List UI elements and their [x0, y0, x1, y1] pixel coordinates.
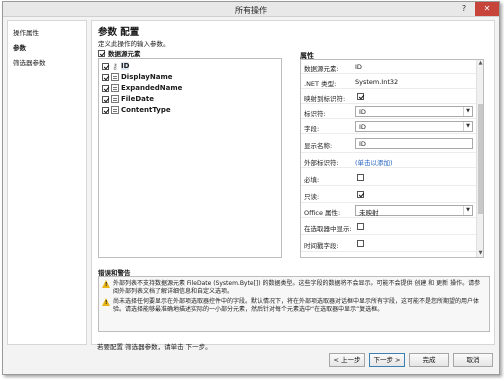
- properties-grid: 数据源元素: ID .NET 类型: System.Int32 映射到标识符: …: [300, 59, 484, 258]
- prop-row-map-to-identifier: 映射到标识符:: [301, 90, 477, 104]
- prop-label: 时间戳字段:: [304, 242, 339, 250]
- timestamp-field-checkbox[interactable]: [357, 240, 364, 247]
- prop-row-required: 必填:: [301, 170, 477, 186]
- tree-item-displayname[interactable]: DisplayName: [102, 72, 172, 82]
- chevron-down-icon[interactable]: ▼: [463, 122, 472, 131]
- prop-row-read-only: 只读:: [301, 187, 477, 203]
- prop-row-dotnet-type: .NET 类型: System.Int32: [301, 75, 477, 89]
- warning-text: 外部列表不支持数据源元素 FileDate (System.Byte[]) 的数…: [113, 280, 481, 295]
- chevron-down-icon[interactable]: ▼: [463, 107, 472, 116]
- dropdown-value: ID: [359, 108, 366, 116]
- prop-row-external-identifier: 外部标识符: (单击以添加): [301, 154, 477, 168]
- prop-label: 必填:: [304, 176, 320, 184]
- data-source-tree: ⚷ ID DisplayName ExpandedName FileDate C…: [98, 58, 282, 258]
- nav-item-parameters[interactable]: 参数: [13, 42, 26, 52]
- display-name-input[interactable]: ID: [355, 138, 473, 149]
- nav-item-operation-properties[interactable]: 操作属性: [13, 27, 39, 37]
- tree-item-label: ID: [121, 62, 130, 70]
- item-checkbox[interactable]: [102, 84, 109, 92]
- prop-row-show-in-picker: 在选取器中显示:: [301, 219, 477, 235]
- finish-button[interactable]: 完成: [409, 353, 449, 367]
- read-only-checkbox[interactable]: [357, 191, 364, 198]
- scroll-thumb[interactable]: [478, 104, 483, 214]
- tree-item-label: FileDate: [121, 95, 154, 103]
- key-icon: ⚷: [112, 61, 118, 71]
- tree-item-id[interactable]: ⚷ ID: [102, 61, 130, 71]
- prop-row-data-source-element: 数据源元素: ID: [301, 60, 477, 74]
- parameters-panel: 参数 配置 定义此操作的输入参数。 数据源元素 ⚷ ID DisplayName…: [91, 20, 495, 345]
- item-checkbox[interactable]: [102, 73, 109, 81]
- tree-item-filedate[interactable]: FileDate: [102, 94, 154, 104]
- required-checkbox[interactable]: [357, 174, 364, 181]
- tree-item-contenttype[interactable]: ContentType: [102, 105, 171, 115]
- scroll-down-icon[interactable]: ▼: [477, 250, 483, 257]
- cancel-button[interactable]: 取消: [453, 353, 493, 367]
- map-to-identifier-checkbox[interactable]: [357, 93, 364, 100]
- prop-row-field: 字段: ID ▼: [301, 120, 477, 134]
- tree-header-label: 数据源元素: [108, 50, 141, 58]
- prop-value: System.Int32: [355, 78, 399, 86]
- dropdown-value: ID: [359, 123, 366, 131]
- prop-row-identifier: 标识符: ID ▼: [301, 105, 477, 119]
- identifier-dropdown[interactable]: ID ▼: [355, 106, 473, 117]
- data-source-elements-header: 数据源元素: [98, 48, 141, 58]
- prop-label: 字段:: [304, 125, 320, 133]
- prop-label: 数据源元素:: [304, 65, 339, 73]
- prop-row-office-property: Office 属性: 未映射 ▼: [301, 204, 477, 218]
- tree-item-label: ContentType: [121, 106, 171, 114]
- scroll-up-icon[interactable]: ▲: [477, 60, 483, 67]
- back-button[interactable]: < 上一步: [329, 353, 365, 367]
- warning-item: 外部列表不支持数据源元素 FileDate (System.Byte[]) 的数…: [102, 280, 486, 296]
- next-button[interactable]: 下一步 >: [369, 353, 405, 367]
- warning-icon: [102, 280, 110, 289]
- item-checkbox[interactable]: [102, 106, 109, 114]
- chevron-down-icon[interactable]: ▼: [463, 206, 472, 215]
- warning-icon: [102, 298, 110, 307]
- item-checkbox[interactable]: [102, 62, 109, 70]
- errors-warnings-panel: 外部列表不支持数据源元素 FileDate (System.Byte[]) 的数…: [98, 276, 490, 332]
- prop-label: 映射到标识符:: [304, 95, 346, 103]
- page-title: 参数 配置: [98, 27, 140, 38]
- add-external-identifier-link[interactable]: (单击以添加): [355, 157, 393, 167]
- field-icon: [111, 106, 119, 114]
- office-property-dropdown[interactable]: 未映射 ▼: [355, 205, 473, 217]
- next-step-hint: 若要配置 筛选器参数，请单击 下一步。: [97, 343, 212, 351]
- page-description: 定义此操作的输入参数。: [98, 40, 170, 48]
- show-in-picker-checkbox[interactable]: [357, 223, 364, 230]
- prop-value: ID: [355, 63, 362, 71]
- title-bar: 所有操作 ? ✕: [3, 2, 499, 17]
- prop-label: 外部标识符:: [304, 159, 339, 167]
- tree-item-label: ExpandedName: [121, 84, 183, 92]
- tree-item-expandedname[interactable]: ExpandedName: [102, 83, 182, 93]
- help-button[interactable]: ?: [453, 2, 475, 16]
- all-operations-dialog: 所有操作 ? ✕ 操作属性 参数 筛选器参数 参数 配置 定义此操作的输入参数。…: [2, 1, 500, 375]
- prop-label: 显示名称:: [304, 142, 333, 150]
- select-all-checkbox[interactable]: [98, 49, 105, 57]
- warning-item: 尚未选择任何要显示在外部项选取器控件中的字段。默认情况下，将在外部项选取器对话框…: [102, 298, 486, 314]
- field-dropdown[interactable]: ID ▼: [355, 121, 473, 132]
- tree-item-label: DisplayName: [121, 73, 173, 81]
- prop-label: .NET 类型:: [304, 80, 337, 88]
- prop-label: Office 属性:: [304, 209, 341, 217]
- properties-scrollbar[interactable]: ▲ ▼: [476, 60, 483, 257]
- dropdown-value: 未映射: [359, 209, 379, 217]
- warning-text: 尚未选择任何要显示在外部项选取器控件中的字段。默认情况下，将在外部项选取器对话框…: [113, 298, 480, 313]
- prop-row-timestamp-field: 时间戳字段:: [301, 236, 477, 252]
- field-icon: [111, 95, 119, 103]
- prop-label: 只读:: [304, 193, 320, 201]
- prop-row-display-name: 显示名称: ID: [301, 135, 477, 153]
- item-checkbox[interactable]: [102, 95, 109, 103]
- prop-label: 在选取器中显示:: [304, 225, 352, 233]
- nav-item-filter-parameters[interactable]: 筛选器参数: [13, 57, 46, 67]
- close-button[interactable]: ✕: [475, 2, 499, 16]
- wizard-nav: 操作属性 参数 筛选器参数: [7, 20, 87, 345]
- window-title: 所有操作: [235, 6, 267, 15]
- field-icon: [111, 84, 119, 92]
- prop-label: 标识符:: [304, 110, 326, 118]
- field-icon: [111, 73, 119, 81]
